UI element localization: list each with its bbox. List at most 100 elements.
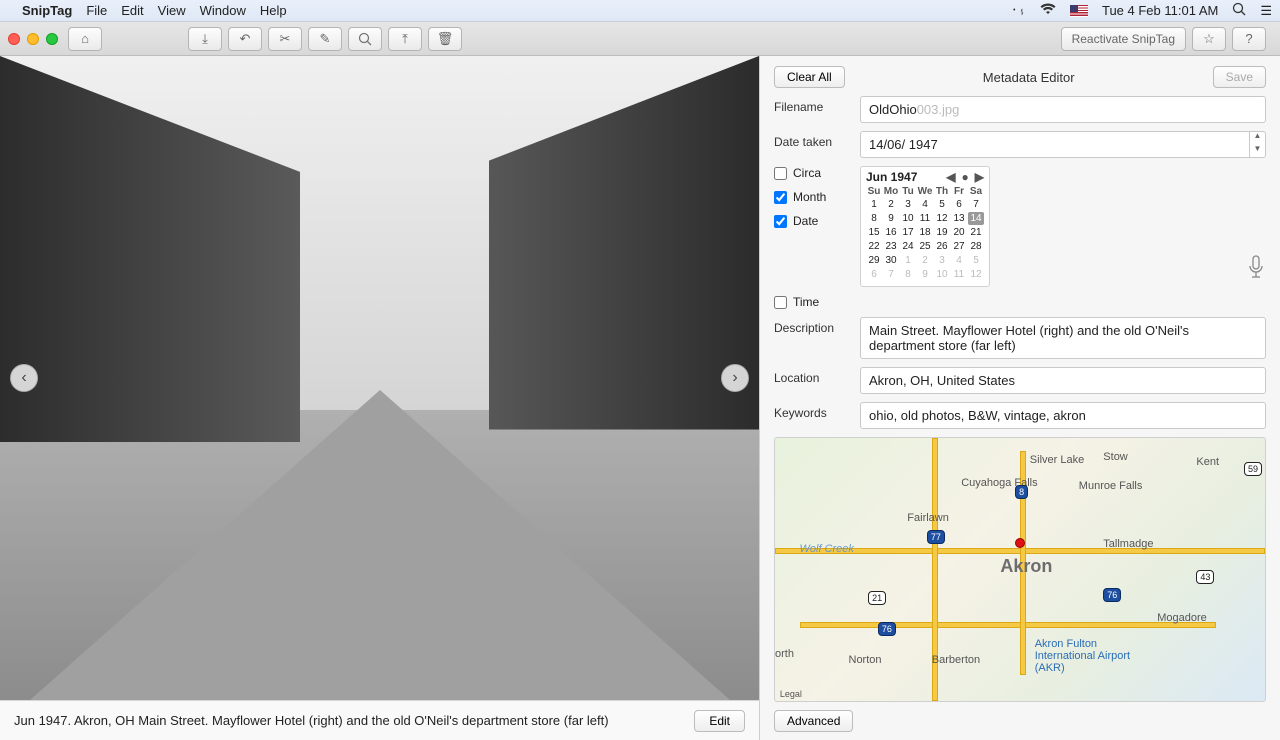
calendar-day[interactable]: 10 <box>900 212 916 225</box>
calendar-day[interactable]: 30 <box>883 254 899 267</box>
circa-checkbox[interactable]: Circa <box>774 166 860 180</box>
undo-button[interactable]: ↶ <box>228 27 262 51</box>
reactivate-button[interactable]: Reactivate SnipTag <box>1061 27 1186 51</box>
crop-button[interactable]: ✂ <box>268 27 302 51</box>
caption-bar: Jun 1947. Akron, OH Main Street. Mayflow… <box>0 700 759 740</box>
calendar-prev-icon[interactable]: ◀ <box>946 170 955 184</box>
advanced-button[interactable]: Advanced <box>774 710 853 732</box>
calendar-day[interactable]: 5 <box>968 254 984 267</box>
date-stepper[interactable]: ▲▼ <box>1250 131 1266 158</box>
month-checkbox[interactable]: Month <box>774 190 860 204</box>
photo-preview[interactable]: ‹ › <box>0 56 759 700</box>
zoom-window-button[interactable] <box>46 33 58 45</box>
calendar-day[interactable]: 3 <box>934 254 950 267</box>
calendar-day[interactable]: 1 <box>866 198 882 211</box>
menu-list-icon[interactable]: ☰ <box>1260 3 1272 19</box>
wifi-icon[interactable] <box>1040 3 1056 18</box>
calendar-day[interactable]: 26 <box>934 240 950 253</box>
menubar: SnipTag File Edit View Window Help ᛫⥍ Tu… <box>0 0 1280 22</box>
keywords-label: Keywords <box>774 402 860 420</box>
calendar-day[interactable]: 25 <box>917 240 933 253</box>
calendar-day[interactable]: 23 <box>883 240 899 253</box>
calendar-day[interactable]: 18 <box>917 226 933 239</box>
import-button[interactable]: ⤓ <box>188 27 222 51</box>
calendar-day[interactable]: 16 <box>883 226 899 239</box>
help-button[interactable]: ? <box>1232 27 1266 51</box>
keywords-field[interactable]: ohio, old photos, B&W, vintage, akron <box>860 402 1266 429</box>
edit-caption-button[interactable]: Edit <box>694 710 745 732</box>
export-button[interactable]: ⤒ <box>388 27 422 51</box>
calendar-day[interactable]: 9 <box>917 268 933 281</box>
calendar-day[interactable]: 24 <box>900 240 916 253</box>
panel-title: Metadata Editor <box>845 70 1213 85</box>
delete-button[interactable]: 🗑 <box>428 27 462 51</box>
calendar-day[interactable]: 12 <box>934 212 950 225</box>
favorite-button[interactable]: ☆ <box>1192 27 1226 51</box>
calendar-day[interactable]: 11 <box>917 212 933 225</box>
minimize-window-button[interactable] <box>27 33 39 45</box>
calendar-day[interactable]: 22 <box>866 240 882 253</box>
calendar-day[interactable]: 8 <box>866 212 882 225</box>
menu-view[interactable]: View <box>158 3 186 18</box>
calendar-day[interactable]: 14 <box>968 212 984 225</box>
calendar-day[interactable]: 10 <box>934 268 950 281</box>
calendar-day[interactable]: 29 <box>866 254 882 267</box>
menu-window[interactable]: Window <box>200 3 246 18</box>
edit-button[interactable]: ✎ <box>308 27 342 51</box>
datetaken-label: Date taken <box>774 131 860 149</box>
clear-all-button[interactable]: Clear All <box>774 66 845 88</box>
calendar-today-icon[interactable]: ● <box>962 170 969 184</box>
save-button[interactable]: Save <box>1213 66 1266 88</box>
calendar-day[interactable]: 11 <box>951 268 967 281</box>
toolbar: ⌂ ⤓ ↶ ✂ ✎ ⤒ 🗑 Reactivate SnipTag ☆ ? <box>0 22 1280 56</box>
calendar-day[interactable]: 15 <box>866 226 882 239</box>
date-checkbox[interactable]: Date <box>774 214 860 228</box>
calendar-day[interactable]: 9 <box>883 212 899 225</box>
datetaken-field[interactable]: 14/06/ 1947 <box>860 131 1250 158</box>
app-name[interactable]: SnipTag <box>22 3 72 18</box>
input-source-icon[interactable] <box>1070 5 1088 17</box>
calendar-day[interactable]: 3 <box>900 198 916 211</box>
location-field[interactable]: Akron, OH, United States <box>860 367 1266 394</box>
calendar-day[interactable]: 13 <box>951 212 967 225</box>
calendar-day[interactable]: 2 <box>883 198 899 211</box>
time-checkbox[interactable]: Time <box>774 295 860 309</box>
menu-edit[interactable]: Edit <box>121 3 143 18</box>
calendar-day[interactable]: 2 <box>917 254 933 267</box>
calendar-day[interactable]: 5 <box>934 198 950 211</box>
calendar-day[interactable]: 21 <box>968 226 984 239</box>
calendar-day[interactable]: 6 <box>866 268 882 281</box>
calendar-day[interactable]: 7 <box>883 268 899 281</box>
image-panel: ‹ › Jun 1947. Akron, OH Main Street. May… <box>0 56 760 740</box>
calendar-next-icon[interactable]: ▶ <box>975 170 984 184</box>
filename-field[interactable]: OldOhio003.jpg <box>860 96 1266 123</box>
home-button[interactable]: ⌂ <box>68 27 102 51</box>
close-window-button[interactable] <box>8 33 20 45</box>
menu-help[interactable]: Help <box>260 3 287 18</box>
calendar-day[interactable]: 7 <box>968 198 984 211</box>
calendar-day[interactable]: 6 <box>951 198 967 211</box>
calendar-day[interactable]: 8 <box>900 268 916 281</box>
location-map[interactable]: Akron Silver Lake Stow Kent Cuyahoga Fal… <box>774 437 1266 702</box>
calendar-day[interactable]: 20 <box>951 226 967 239</box>
spotlight-icon[interactable] <box>1232 2 1246 19</box>
clock[interactable]: Tue 4 Feb 11:01 AM <box>1102 3 1218 18</box>
calendar-day[interactable]: 17 <box>900 226 916 239</box>
next-photo-button[interactable]: › <box>721 364 749 392</box>
calendar-day[interactable]: 1 <box>900 254 916 267</box>
calendar-day[interactable]: 19 <box>934 226 950 239</box>
previous-photo-button[interactable]: ‹ <box>10 364 38 392</box>
bluetooth-icon[interactable]: ᛫⥍ <box>1010 3 1026 18</box>
menu-file[interactable]: File <box>86 3 107 18</box>
calendar-day[interactable]: 12 <box>968 268 984 281</box>
dictation-icon[interactable] <box>1246 255 1266 287</box>
calendar-day[interactable]: 4 <box>917 198 933 211</box>
filename-label: Filename <box>774 96 860 114</box>
map-pin-icon <box>1015 538 1025 548</box>
calendar[interactable]: Jun 1947 ◀ ● ▶ SuMoTuWeThFrSa12345678910… <box>860 166 990 287</box>
search-button[interactable] <box>348 27 382 51</box>
calendar-day[interactable]: 4 <box>951 254 967 267</box>
description-field[interactable]: Main Street. Mayflower Hotel (right) and… <box>860 317 1266 359</box>
calendar-day[interactable]: 28 <box>968 240 984 253</box>
calendar-day[interactable]: 27 <box>951 240 967 253</box>
